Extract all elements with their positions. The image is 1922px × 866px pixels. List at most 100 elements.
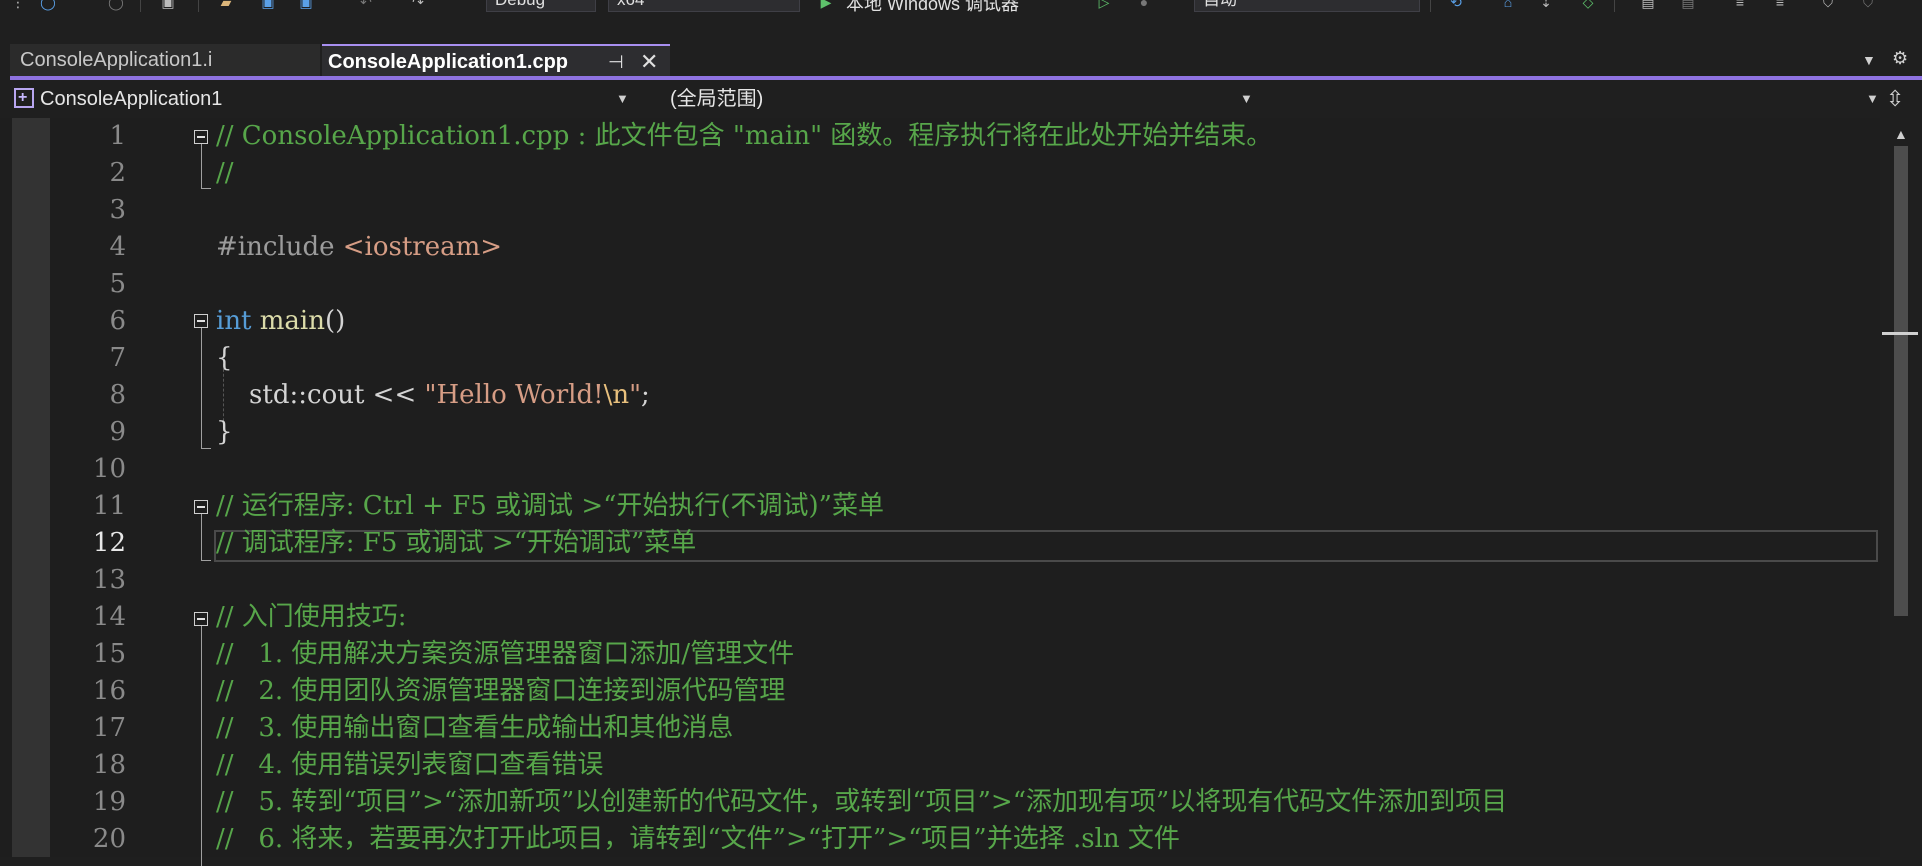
string-literal: "Hello World! bbox=[424, 380, 604, 410]
code-line[interactable]: 18 // 4. 使用错误列表窗口查看错误 bbox=[0, 747, 1880, 784]
punctuation: () bbox=[325, 306, 346, 336]
line-number: 19 bbox=[92, 787, 126, 817]
scrollbar-thumb[interactable] bbox=[1894, 146, 1908, 616]
pin-icon[interactable]: ⊣ bbox=[608, 46, 624, 78]
code-line[interactable]: 13 bbox=[0, 562, 1880, 599]
undo-icon[interactable]: ↶ bbox=[358, 0, 374, 10]
comment-icon[interactable]: ▤ bbox=[1640, 0, 1656, 10]
line-number: 18 bbox=[92, 750, 126, 780]
line-number: 11 bbox=[92, 491, 126, 521]
scope-dropdown[interactable]: (全局范围) ▼ bbox=[640, 84, 1256, 114]
check-icon[interactable]: ◇ bbox=[1580, 0, 1596, 10]
run-target-label[interactable]: 本地 Windows 调试器 bbox=[846, 0, 1019, 14]
configuration-select[interactable]: Debug bbox=[486, 0, 596, 12]
code-text: int main() bbox=[216, 303, 345, 340]
project-dropdown[interactable]: ConsoleApplication1 ▼ bbox=[14, 83, 630, 114]
toolbar-separator bbox=[198, 0, 199, 12]
redo-icon[interactable]: ↷ bbox=[410, 0, 426, 10]
start-debug-icon[interactable]: ▶ bbox=[818, 0, 834, 10]
code-line[interactable]: 16 // 2. 使用团队资源管理器窗口连接到源代码管理 bbox=[0, 673, 1880, 710]
save-icon[interactable]: ▣ bbox=[260, 0, 276, 10]
preprocessor-directive: #include bbox=[216, 232, 343, 262]
code-text: #include <iostream> bbox=[216, 229, 502, 266]
chevron-down-icon: ▼ bbox=[1240, 91, 1253, 106]
back-icon[interactable]: ◯ bbox=[40, 0, 56, 10]
member-dropdown[interactable]: ▼ bbox=[1266, 84, 1882, 114]
line-number: 5 bbox=[109, 269, 126, 299]
line-number: 2 bbox=[109, 158, 126, 188]
line-number: 10 bbox=[92, 454, 126, 484]
main-toolbar: ⋮ ◯ ◯ ▣ ▰ ▣ ▣ ↶ ↷ Debug x64 ▶ 本地 Windows… bbox=[0, 0, 1922, 14]
gear-icon[interactable]: ⚙ bbox=[1892, 48, 1908, 69]
code-line[interactable]: 4 #include <iostream> bbox=[0, 229, 1880, 266]
dropdown-icon[interactable]: ⇣ bbox=[1538, 0, 1554, 10]
code-line[interactable]: 7 { bbox=[0, 340, 1880, 377]
code-line[interactable]: 14 // 入门使用技巧: bbox=[0, 599, 1880, 636]
forward-icon[interactable]: ◯ bbox=[108, 0, 124, 10]
code-line[interactable]: 5 bbox=[0, 266, 1880, 303]
code-text: // 6. 将来，若要再次打开此项目，请转到“文件”>“打开”>“项目”并选择 … bbox=[216, 824, 1180, 854]
semicolon: ; bbox=[641, 380, 650, 410]
code-line[interactable]: 1 // ConsoleApplication1.cpp : 此文件包含 "ma… bbox=[0, 118, 1880, 155]
project-name: ConsoleApplication1 bbox=[40, 88, 223, 110]
tab-label: ConsoleApplication1.i bbox=[20, 49, 213, 71]
code-line[interactable]: 6 int main() bbox=[0, 303, 1880, 340]
code-line[interactable]: 10 bbox=[0, 451, 1880, 488]
keyword: int bbox=[216, 306, 252, 336]
line-number: 17 bbox=[92, 713, 126, 743]
code-editor[interactable]: 1 // ConsoleApplication1.cpp : 此文件包含 "ma… bbox=[0, 118, 1922, 866]
record-icon[interactable]: ● bbox=[1136, 0, 1152, 10]
tools-icon[interactable]: ⌂ bbox=[1500, 0, 1516, 10]
start-without-debug-icon[interactable]: ▷ bbox=[1096, 0, 1112, 10]
toolbar-separator bbox=[1614, 0, 1615, 12]
uncomment-icon[interactable]: ▤ bbox=[1680, 0, 1696, 10]
line-number: 6 bbox=[109, 306, 126, 336]
code-line[interactable]: 8 std::cout << "Hello World!\n"; bbox=[0, 377, 1880, 414]
escape-sequence: \n bbox=[603, 380, 630, 410]
code-line[interactable]: 3 bbox=[0, 192, 1880, 229]
code-text: // 调试程序: F5 或调试 >“开始调试”菜单 bbox=[216, 528, 697, 558]
grip-icon: ⋮ bbox=[11, 0, 25, 10]
code-text: } bbox=[216, 417, 233, 447]
platform-select[interactable]: x64 bbox=[608, 0, 800, 12]
code-line[interactable]: 17 // 3. 使用输出窗口查看生成输出和其他消息 bbox=[0, 710, 1880, 747]
statement: std::cout << bbox=[216, 380, 425, 410]
code-text: // 入门使用技巧: bbox=[216, 602, 407, 632]
new-item-icon[interactable]: ▣ bbox=[160, 0, 176, 10]
indent-icon[interactable]: ≡ bbox=[1772, 0, 1788, 10]
tab-consoleapplication1-i[interactable]: ConsoleApplication1.i bbox=[10, 44, 320, 76]
toolbar-separator bbox=[140, 0, 141, 12]
bookmark-icon[interactable]: ⛉ bbox=[1820, 0, 1836, 10]
code-line[interactable]: 19 // 5. 转到“项目”>“添加新项”以创建新的代码文件，或转到“项目”>… bbox=[0, 784, 1880, 821]
line-number: 14 bbox=[92, 602, 126, 632]
code-text: // 2. 使用团队资源管理器窗口连接到源代码管理 bbox=[216, 676, 786, 706]
include-path: <iostream> bbox=[342, 232, 503, 262]
open-folder-icon[interactable]: ▰ bbox=[218, 0, 234, 10]
code-line-current[interactable]: 12 // 调试程序: F5 或调试 >“开始调试”菜单 bbox=[0, 525, 1880, 562]
document-tab-strip: ConsoleApplication1.i ConsoleApplication… bbox=[0, 38, 1922, 76]
next-bookmark-icon[interactable]: ⛉ bbox=[1860, 0, 1876, 10]
code-line[interactable]: 11 // 运行程序: Ctrl + F5 或调试 >“开始执行(不调试)”菜单 bbox=[0, 488, 1880, 525]
vertical-scrollbar[interactable]: ▲ bbox=[1880, 118, 1922, 857]
line-number: 12 bbox=[92, 528, 126, 558]
code-text: // 1. 使用解决方案资源管理器窗口添加/管理文件 bbox=[216, 639, 795, 669]
outdent-icon[interactable]: ≡ bbox=[1732, 0, 1748, 10]
toolbar-separator bbox=[1430, 0, 1431, 12]
solution-mode-select[interactable]: 自动 bbox=[1194, 0, 1420, 12]
line-number: 1 bbox=[109, 121, 126, 151]
code-line[interactable]: 20 // 6. 将来，若要再次打开此项目，请转到“文件”>“打开”>“项目”并… bbox=[0, 821, 1880, 858]
line-number: 9 bbox=[109, 417, 126, 447]
split-window-icon[interactable]: ⇳ bbox=[1886, 86, 1904, 112]
close-icon[interactable]: ✕ bbox=[640, 46, 658, 78]
line-number: 20 bbox=[92, 824, 126, 854]
code-line[interactable]: 15 // 1. 使用解决方案资源管理器窗口添加/管理文件 bbox=[0, 636, 1880, 673]
tab-list-dropdown-icon[interactable]: ▼ bbox=[1862, 52, 1876, 68]
code-line[interactable]: 2 // bbox=[0, 155, 1880, 192]
code-line[interactable]: 9 } bbox=[0, 414, 1880, 451]
string-literal-end: " bbox=[629, 380, 642, 410]
tab-consoleapplication1-cpp[interactable]: ConsoleApplication1.cpp ⊣ ✕ bbox=[322, 44, 670, 76]
code-text: { bbox=[216, 343, 233, 373]
scroll-up-icon[interactable]: ▲ bbox=[1894, 126, 1908, 142]
save-all-icon[interactable]: ▣ bbox=[298, 0, 314, 10]
hot-reload-icon[interactable]: ⟲ bbox=[1448, 0, 1464, 10]
